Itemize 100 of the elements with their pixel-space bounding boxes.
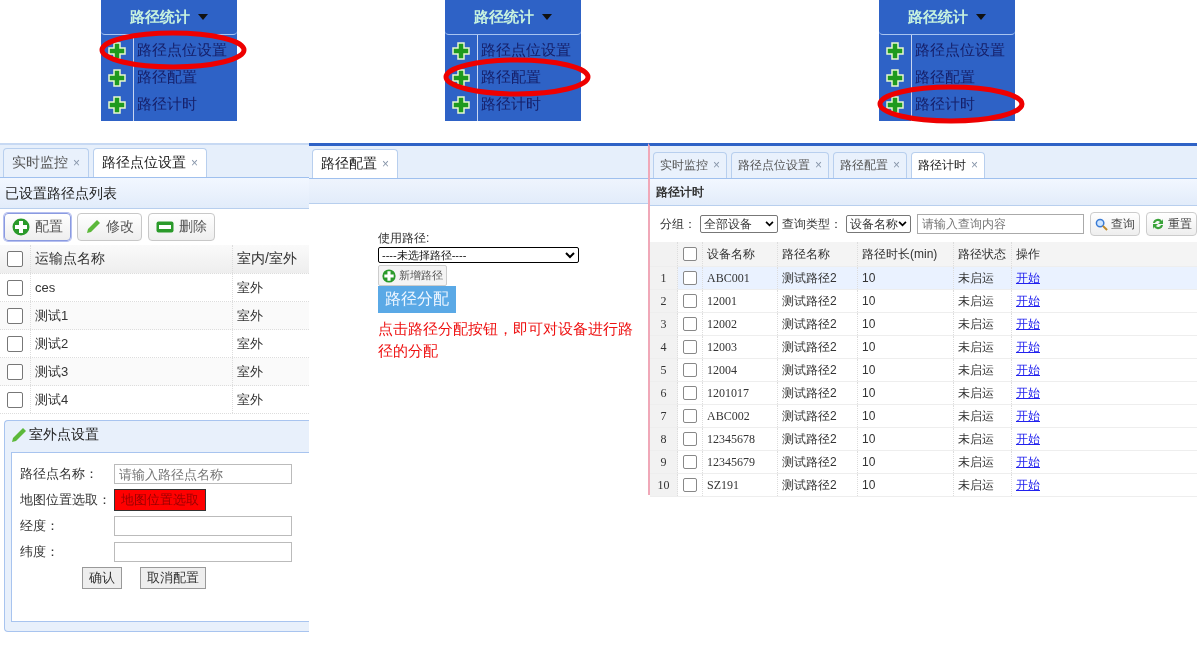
table-row[interactable]: 4 12003 测试路径2 10 未启运 开始 — [650, 336, 1197, 359]
column-header: 路径名称 — [778, 242, 858, 266]
table-row[interactable]: 8 12345678 测试路径2 10 未启运 开始 — [650, 428, 1197, 451]
table-cell: 未启运 — [954, 336, 1012, 358]
row-number: 4 — [650, 336, 678, 358]
field-label: 使用路径: — [378, 230, 430, 247]
tab[interactable]: 路径点位设置 × — [93, 148, 208, 177]
checkbox[interactable] — [683, 409, 697, 423]
column-header: 设备名称 — [703, 242, 778, 266]
checkbox[interactable] — [683, 271, 697, 285]
toolbar-button[interactable]: 配置 — [4, 213, 71, 241]
table-cell: 10 — [858, 474, 954, 496]
toolbar-button[interactable]: 修改 — [77, 213, 142, 241]
menu-title: 路径统计 — [130, 7, 190, 27]
group-select[interactable]: 全部设备 — [700, 215, 779, 233]
start-link[interactable]: 开始 — [1016, 453, 1040, 471]
field-label: 经度： — [20, 517, 60, 535]
table-row[interactable]: 1 ABC001 测试路径2 10 未启运 开始 — [650, 267, 1197, 290]
table-cell: 测试路径2 — [778, 359, 858, 381]
table-cell: 测试4 — [30, 386, 232, 413]
row-number: 8 — [650, 428, 678, 450]
filter-label: 查询类型： — [782, 215, 843, 233]
form-button[interactable]: 取消配置 — [140, 567, 206, 589]
start-link[interactable]: 开始 — [1016, 407, 1040, 425]
toolbar-button[interactable]: 删除 — [148, 213, 215, 241]
table-cell: 测试路径2 — [778, 290, 858, 312]
table-row[interactable]: 3 12002 测试路径2 10 未启运 开始 — [650, 313, 1197, 336]
checkbox[interactable] — [683, 294, 697, 308]
checkbox[interactable] — [7, 251, 23, 267]
tab-label: 路径配置 — [321, 155, 377, 171]
panel-title: 已设置路径点列表 — [0, 178, 309, 209]
checkbox[interactable] — [683, 247, 697, 261]
input-field[interactable]: 请输入路径点名称 — [114, 464, 292, 484]
field-label: 地图位置选取： — [20, 491, 112, 509]
start-link[interactable]: 开始 — [1016, 430, 1040, 448]
tab-label: 路径配置 — [840, 158, 889, 172]
form-button[interactable]: 确认 — [82, 567, 122, 589]
checkbox[interactable] — [683, 340, 697, 354]
table-cell: 未启运 — [954, 428, 1012, 450]
tab[interactable]: 路径点位设置 × — [731, 152, 830, 178]
table-row[interactable]: 9 12345679 测试路径2 10 未启运 开始 — [650, 451, 1197, 474]
search-button[interactable]: 查询 — [1090, 212, 1140, 236]
checkbox[interactable] — [7, 279, 23, 296]
caret-icon — [976, 14, 986, 20]
tab[interactable]: 实时监控 × — [3, 148, 89, 177]
table-row[interactable]: 5 12004 测试路径2 10 未启运 开始 — [650, 359, 1197, 382]
table-cell: 室外 — [232, 330, 263, 357]
checkbox[interactable] — [7, 391, 23, 408]
plus-icon — [452, 68, 470, 87]
checkbox[interactable] — [683, 455, 697, 469]
table-cell: 测试路径2 — [778, 451, 858, 473]
start-link[interactable]: 开始 — [1016, 384, 1040, 402]
caret-icon — [542, 14, 552, 20]
search-field[interactable]: 请输入查询内容 — [917, 214, 1084, 234]
table-cell: 10 — [858, 267, 954, 289]
row-number: 9 — [650, 451, 678, 473]
checkbox[interactable] — [683, 386, 697, 400]
add-route-button[interactable]: 新增路径 — [378, 265, 447, 286]
tab[interactable]: 路径计时 × — [911, 152, 986, 178]
input-field[interactable] — [114, 516, 292, 536]
table-cell: 12001 — [703, 290, 778, 312]
menu-title: 路径统计 — [474, 7, 534, 27]
table-row[interactable]: 6 1201017 测试路径2 10 未启运 开始 — [650, 382, 1197, 405]
table-cell: 测试路径2 — [778, 267, 858, 289]
type-select[interactable]: 设备名称 — [846, 215, 912, 233]
tab[interactable]: 路径配置 × — [833, 152, 908, 178]
start-link[interactable]: 开始 — [1016, 338, 1040, 356]
chevron-icon — [765, 221, 775, 227]
table-row[interactable]: 2 12001 测试路径2 10 未启运 开始 — [650, 290, 1197, 313]
checkbox[interactable] — [683, 478, 697, 492]
start-link[interactable]: 开始 — [1016, 292, 1040, 310]
checkbox[interactable] — [683, 432, 697, 446]
start-link[interactable]: 开始 — [1016, 315, 1040, 333]
table-cell: 未启运 — [954, 405, 1012, 427]
refresh-icon — [1151, 217, 1165, 231]
field-label: 纬度： — [20, 543, 60, 561]
table-cell: 未启运 — [954, 474, 1012, 496]
table-cell: 测试路径2 — [778, 474, 858, 496]
reset-button[interactable]: 重置 — [1146, 212, 1197, 236]
start-link[interactable]: 开始 — [1016, 269, 1040, 287]
table-row[interactable]: 10 SZ191 测试路径2 10 未启运 开始 — [650, 474, 1197, 497]
input-field[interactable] — [114, 542, 292, 562]
route-select[interactable]: ----未选择路径---- — [378, 247, 579, 263]
checkbox[interactable] — [7, 363, 23, 380]
checkbox[interactable] — [7, 307, 23, 324]
tab[interactable]: 实时监控 × — [653, 152, 727, 178]
start-link[interactable]: 开始 — [1016, 476, 1040, 494]
table-cell: 10 — [858, 359, 954, 381]
start-link[interactable]: 开始 — [1016, 361, 1040, 379]
tab[interactable]: 路径配置 × — [312, 149, 398, 178]
checkbox[interactable] — [7, 335, 23, 352]
checkbox[interactable] — [683, 363, 697, 377]
caret-icon — [198, 14, 208, 20]
plus-icon — [452, 95, 470, 114]
table-row[interactable]: 7 ABC002 测试路径2 10 未启运 开始 — [650, 405, 1197, 428]
table-cell: 室外 — [232, 386, 263, 413]
field-label: 路径点名称： — [20, 465, 99, 483]
checkbox[interactable] — [683, 317, 697, 331]
table-cell: 10 — [858, 382, 954, 404]
table-cell: 室外 — [232, 358, 263, 385]
